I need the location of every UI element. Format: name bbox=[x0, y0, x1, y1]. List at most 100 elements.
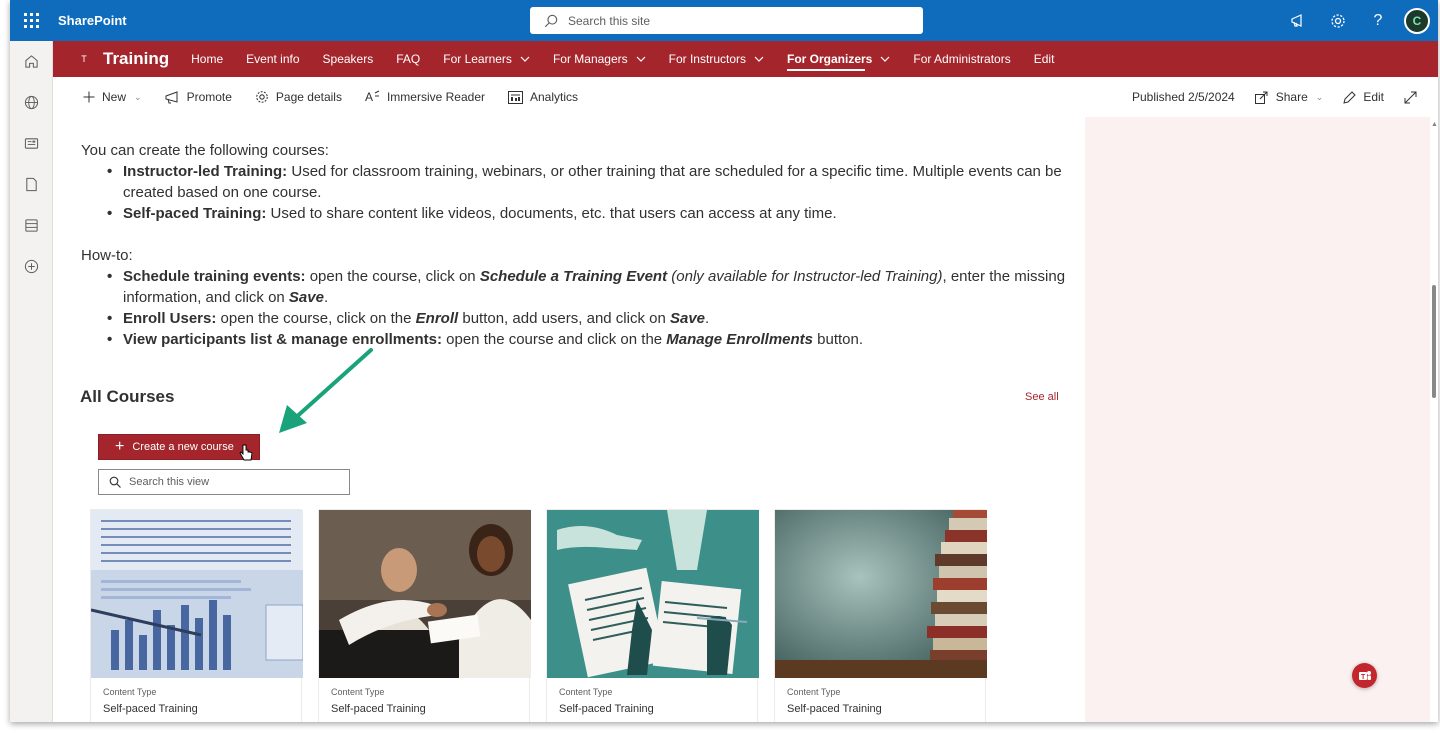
news-icon[interactable] bbox=[10, 123, 53, 164]
nav-label: FAQ bbox=[396, 52, 421, 66]
avatar[interactable]: C bbox=[1404, 7, 1430, 34]
howto-heading: How-to: bbox=[81, 247, 133, 264]
create-course-button[interactable]: + Create a new course bbox=[98, 434, 260, 460]
edit-button[interactable]: Edit bbox=[1343, 90, 1384, 104]
gear-icon bbox=[256, 91, 268, 103]
chevron-down-icon bbox=[754, 56, 764, 62]
share-button[interactable]: Share ⌄ bbox=[1254, 90, 1323, 104]
nav-label: Home bbox=[191, 52, 224, 66]
create-course-label: Create a new course bbox=[132, 441, 234, 453]
list-item-text: open the course, click on bbox=[305, 268, 480, 285]
app-bar bbox=[10, 41, 53, 722]
list-item-bold: Enroll Users: bbox=[123, 310, 217, 327]
content-type-label: Content Type bbox=[331, 687, 385, 697]
waffle-icon[interactable] bbox=[10, 0, 52, 41]
nav-label: For Instructors bbox=[668, 52, 746, 66]
content-type-value: Self-paced Training bbox=[787, 703, 882, 715]
list-item-emphasis: Enroll bbox=[415, 310, 459, 327]
all-courses-heading: All Courses bbox=[80, 387, 175, 406]
course-card[interactable]: Content Type Self-paced Training bbox=[546, 509, 759, 722]
new-button[interactable]: New ⌄ bbox=[83, 90, 142, 104]
list-item-text: open the course and click on the bbox=[441, 331, 667, 348]
nav-for-learners[interactable]: For Learners bbox=[443, 41, 530, 77]
nav-for-managers[interactable]: For Managers bbox=[553, 41, 646, 77]
scrollbar-thumb[interactable] bbox=[1432, 285, 1436, 398]
gear-icon[interactable] bbox=[1318, 0, 1358, 41]
documents-illustration bbox=[547, 510, 759, 678]
list-item-text: Used to share content like videos, docum… bbox=[266, 205, 837, 222]
list-icon[interactable] bbox=[10, 205, 53, 246]
search-view-placeholder: Search this view bbox=[129, 476, 210, 488]
course-card[interactable]: Content Type Self-paced Training bbox=[318, 509, 531, 722]
content-type-label: Content Type bbox=[559, 687, 613, 697]
books-stack-photo bbox=[775, 510, 987, 678]
list-item: Schedule training events: open the cours… bbox=[81, 266, 1081, 308]
chevron-down-icon: ⌄ bbox=[134, 91, 142, 102]
nav-label: For Organizers bbox=[787, 52, 873, 66]
analytics-button[interactable]: Analytics bbox=[508, 90, 578, 104]
course-card[interactable]: Content Type Self-paced Training bbox=[774, 509, 987, 722]
nav-for-organizers[interactable]: For Organizers bbox=[787, 41, 890, 77]
page-details-label: Page details bbox=[275, 90, 342, 104]
nav-label: For Administrators bbox=[913, 52, 1011, 66]
new-label: New bbox=[102, 90, 127, 104]
course-cards: Content Type Self-paced Training Content… bbox=[90, 509, 1002, 722]
content-type-value: Self-paced Training bbox=[559, 703, 654, 715]
share-label: Share bbox=[1275, 90, 1308, 104]
nav-label: Speakers bbox=[322, 52, 374, 66]
brand-label[interactable]: SharePoint bbox=[58, 13, 127, 28]
right-pane bbox=[1085, 117, 1430, 722]
page-content: You can create the following courses: In… bbox=[53, 117, 1085, 722]
list-item-bold: Self-paced Training: bbox=[123, 205, 267, 222]
site-logo[interactable]: T bbox=[75, 50, 93, 68]
see-all-link[interactable]: See all bbox=[1025, 391, 1059, 403]
site-navigation: T Training Home Event info Speakers FAQ … bbox=[53, 41, 1438, 77]
add-icon[interactable] bbox=[10, 246, 53, 287]
list-item-bold: Schedule training events: bbox=[123, 268, 306, 285]
expand-button[interactable] bbox=[1404, 91, 1424, 104]
nav-event-info[interactable]: Event info bbox=[246, 41, 299, 77]
promote-label: Promote bbox=[186, 90, 232, 104]
edit-label: Edit bbox=[1363, 90, 1384, 104]
list-item-text: . bbox=[323, 289, 329, 306]
help-icon[interactable]: ? bbox=[1358, 0, 1398, 41]
file-icon[interactable] bbox=[10, 164, 53, 205]
howto-text-block: How-to: Schedule training events: open t… bbox=[81, 245, 1081, 350]
teams-chat-icon[interactable]: T bbox=[1352, 663, 1377, 688]
plus-icon bbox=[83, 91, 95, 103]
list-item-bold: Instructor-led Training: bbox=[123, 163, 288, 180]
annotation-arrow bbox=[279, 348, 373, 433]
megaphone-icon bbox=[165, 90, 178, 103]
immersive-reader-button[interactable]: A Immersive Reader bbox=[365, 90, 485, 104]
content-type-label: Content Type bbox=[103, 687, 157, 697]
pencil-icon bbox=[1343, 90, 1357, 104]
plus-icon: + bbox=[115, 438, 125, 455]
search-view-input[interactable]: Search this view bbox=[98, 469, 350, 495]
page-details-button[interactable]: Page details bbox=[255, 90, 342, 104]
list-item-text: button. bbox=[813, 331, 864, 348]
globe-icon[interactable] bbox=[10, 82, 53, 123]
site-title[interactable]: Training bbox=[103, 49, 169, 69]
megaphone-icon[interactable] bbox=[1278, 0, 1318, 41]
analytics-label: Analytics bbox=[530, 90, 579, 104]
nav-for-instructors[interactable]: For Instructors bbox=[669, 41, 764, 77]
published-status: Published 2/5/2024 bbox=[1132, 90, 1235, 104]
courses-text-block: You can create the following courses: In… bbox=[81, 140, 1081, 224]
content-type-label: Content Type bbox=[787, 687, 841, 697]
nav-for-administrators[interactable]: For Administrators bbox=[913, 41, 1010, 77]
course-card[interactable]: Content Type Self-paced Training bbox=[90, 509, 303, 722]
home-icon[interactable] bbox=[10, 41, 53, 82]
nav-faq[interactable]: FAQ bbox=[396, 41, 420, 77]
site-search-box[interactable]: Search this site bbox=[530, 7, 923, 34]
nav-edit[interactable]: Edit bbox=[1034, 41, 1055, 77]
scroll-up-icon[interactable]: ▲ bbox=[1431, 121, 1438, 128]
app-window: SharePoint Search this site ? C T Traini… bbox=[10, 0, 1438, 722]
nav-home[interactable]: Home bbox=[191, 41, 223, 77]
list-item-emphasis: Save bbox=[669, 310, 706, 327]
analytics-icon bbox=[508, 90, 523, 104]
spreadsheet-chart-photo bbox=[91, 510, 303, 678]
scrollbar[interactable]: ▲ bbox=[1430, 117, 1438, 722]
promote-button[interactable]: Promote bbox=[165, 90, 232, 104]
nav-speakers[interactable]: Speakers bbox=[323, 41, 374, 77]
list-item-text: . bbox=[705, 310, 710, 327]
